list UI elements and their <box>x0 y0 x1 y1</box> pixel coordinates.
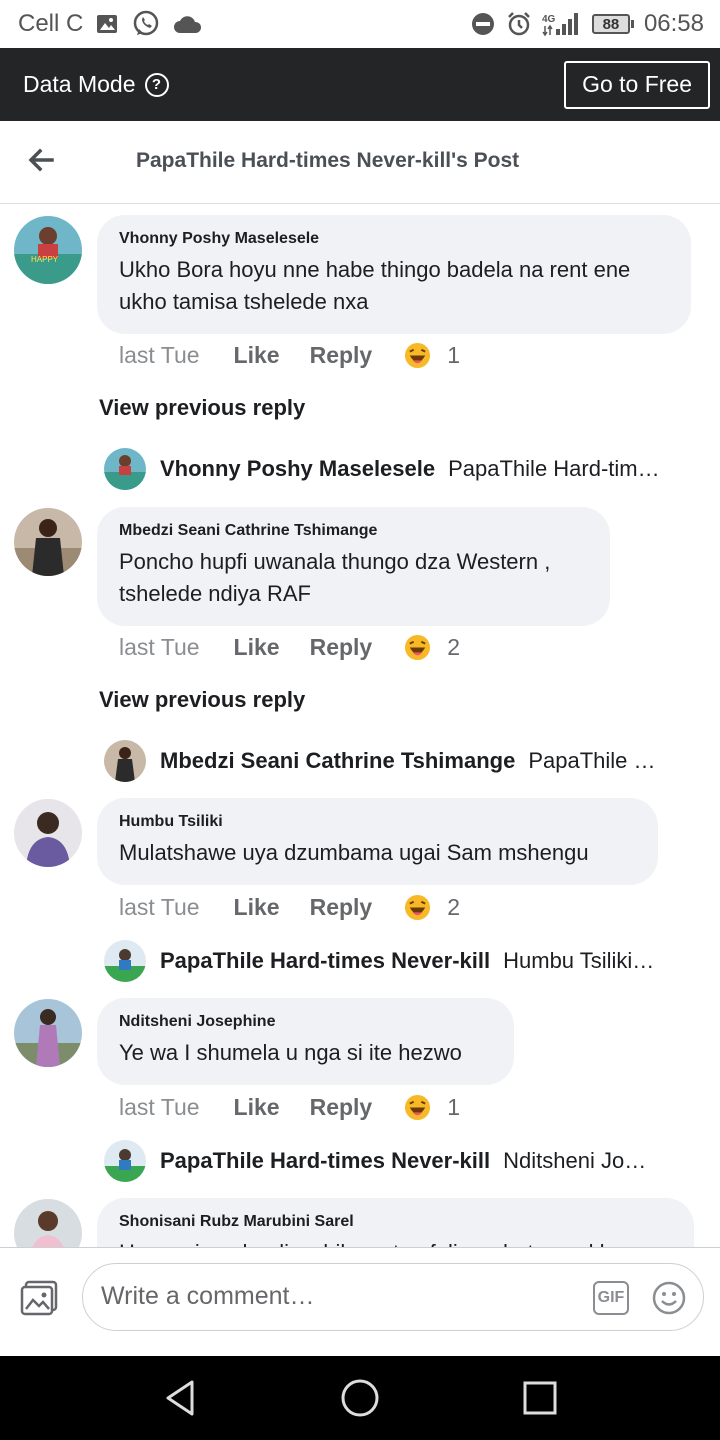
reply-preview[interactable]: PapaThile Hard-times Never-kill Nditshen… <box>104 1140 680 1182</box>
comment-actions: last Tue Like Reply 2 <box>119 631 460 663</box>
help-icon[interactable]: ? <box>144 72 169 97</box>
comment-placeholder: Write a comment… <box>101 1282 315 1310</box>
comment-text: Haya a inga hualiwa hiko vata nfaliwa vh… <box>119 1237 672 1247</box>
whatsapp-icon <box>131 9 161 39</box>
avatar[interactable]: HAPPY <box>14 216 82 284</box>
avatar[interactable] <box>14 999 82 1067</box>
comment-text: Poncho hupfi uwanala thungo dza Western … <box>119 549 551 606</box>
do-not-disturb-icon <box>470 11 496 37</box>
avatar[interactable] <box>104 940 146 982</box>
comments-list[interactable]: HAPPY Vhonny Poshy Maselesele Ukho Bora … <box>0 205 720 1247</box>
comment-composer: Write a comment… GIF <box>0 1247 720 1356</box>
comment-actions: last Tue Like Reply 2 <box>119 891 460 923</box>
reply-author[interactable]: PapaThile Hard-times Never-kill <box>160 1148 490 1174</box>
reply-text: Humbu Tsiliki… <box>503 948 655 973</box>
post-header: PapaThile Hard-times Never-kill's Post <box>0 121 720 204</box>
carrier-name: Cell C <box>18 10 84 37</box>
reaction-count[interactable]: 1 <box>447 342 460 369</box>
like-button[interactable]: Like <box>234 1094 280 1121</box>
avatar[interactable] <box>104 740 146 782</box>
reaction-count[interactable]: 2 <box>447 894 460 921</box>
data-mode-bar: Data Mode ? Go to Free <box>0 48 720 121</box>
cloud-icon <box>173 14 203 34</box>
reply-author[interactable]: Mbedzi Seani Cathrine Tshimange <box>160 748 515 774</box>
reply-preview[interactable]: PapaThile Hard-times Never-kill Humbu Ts… <box>104 940 680 982</box>
view-previous-reply-link[interactable]: View previous reply <box>99 395 305 421</box>
page-title: PapaThile Hard-times Never-kill's Post <box>136 149 520 172</box>
status-bar: Cell C 4G 88 06:58 <box>0 0 720 48</box>
comment-time[interactable]: last Tue <box>119 1094 200 1121</box>
comment-text: Mulatshawe uya dzumbama ugai Sam mshengu <box>119 840 589 865</box>
view-previous-reply-link[interactable]: View previous reply <box>99 687 305 713</box>
reply-button[interactable]: Reply <box>310 634 373 661</box>
like-button[interactable]: Like <box>234 894 280 921</box>
system-nav-bar <box>0 1356 720 1440</box>
reply-text: PapaThile … <box>528 748 656 773</box>
comment-author[interactable]: Nditsheni Josephine <box>119 1013 492 1031</box>
like-button[interactable]: Like <box>234 342 280 369</box>
comment-author[interactable]: Humbu Tsiliki <box>119 813 636 831</box>
haha-reaction-icon[interactable] <box>404 634 431 661</box>
comment-actions: last Tue Like Reply 1 <box>119 1091 460 1123</box>
reply-preview[interactable]: Mbedzi Seani Cathrine Tshimange PapaThil… <box>104 740 680 782</box>
comment-bubble[interactable]: Humbu Tsiliki Mulatshawe uya dzumbama ug… <box>97 798 658 885</box>
reaction-count[interactable]: 2 <box>447 634 460 661</box>
network-type: 4G <box>542 14 556 25</box>
signal-icon: 4G <box>542 11 582 37</box>
gif-button[interactable]: GIF <box>593 1281 629 1315</box>
emoji-icon[interactable] <box>651 1280 687 1316</box>
reply-button[interactable]: Reply <box>310 342 373 369</box>
avatar[interactable] <box>14 1199 82 1247</box>
reply-button[interactable]: Reply <box>310 894 373 921</box>
battery-level: 88 <box>591 14 630 34</box>
comment-bubble[interactable]: Mbedzi Seani Cathrine Tshimange Poncho h… <box>97 507 610 626</box>
back-arrow-icon[interactable] <box>24 143 60 179</box>
avatar[interactable] <box>14 508 82 576</box>
reply-text: PapaThile Hard-tim… <box>448 456 660 481</box>
reply-author[interactable]: PapaThile Hard-times Never-kill <box>160 948 490 974</box>
alarm-icon <box>506 11 532 37</box>
reply-text: Nditsheni Jo… <box>503 1148 647 1173</box>
reply-author[interactable]: Vhonny Poshy Maselesele <box>160 456 435 482</box>
comment-bubble[interactable]: Shonisani Rubz Marubini Sarel Haya a ing… <box>97 1198 694 1247</box>
avatar[interactable] <box>14 799 82 867</box>
clock: 06:58 <box>643 10 704 37</box>
back-nav-icon[interactable] <box>160 1378 200 1418</box>
comment-time[interactable]: last Tue <box>119 342 200 369</box>
comment-time[interactable]: last Tue <box>119 634 200 661</box>
svg-text:HAPPY: HAPPY <box>31 255 59 264</box>
photo-icon[interactable] <box>20 1280 60 1316</box>
haha-reaction-icon[interactable] <box>404 342 431 369</box>
comment-input[interactable]: Write a comment… GIF <box>82 1263 704 1331</box>
reply-preview[interactable]: Vhonny Poshy Maselesele PapaThile Hard-t… <box>104 448 680 490</box>
comment-author[interactable]: Mbedzi Seani Cathrine Tshimange <box>119 522 588 540</box>
comment-author[interactable]: Vhonny Poshy Maselesele <box>119 230 669 248</box>
haha-reaction-icon[interactable] <box>404 1094 431 1121</box>
data-mode-label: Data Mode <box>23 71 136 97</box>
recents-nav-icon[interactable] <box>520 1378 560 1418</box>
comment-author[interactable]: Shonisani Rubz Marubini Sarel <box>119 1213 672 1231</box>
haha-reaction-icon[interactable] <box>404 894 431 921</box>
comment-bubble[interactable]: Vhonny Poshy Maselesele Ukho Bora hoyu n… <box>97 215 691 334</box>
comment-text: Ye wa I shumela u nga si ite hezwo <box>119 1040 462 1065</box>
comment-text: Ukho Bora hoyu nne habe thingo badela na… <box>119 257 631 314</box>
avatar[interactable] <box>104 1140 146 1182</box>
comment-time[interactable]: last Tue <box>119 894 200 921</box>
avatar[interactable] <box>104 448 146 490</box>
battery-icon: 88 <box>591 14 634 34</box>
reply-button[interactable]: Reply <box>310 1094 373 1121</box>
gallery-icon <box>95 12 119 36</box>
reaction-count[interactable]: 1 <box>447 1094 460 1121</box>
home-nav-icon[interactable] <box>340 1378 380 1418</box>
like-button[interactable]: Like <box>234 634 280 661</box>
comment-bubble[interactable]: Nditsheni Josephine Ye wa I shumela u ng… <box>97 998 514 1085</box>
comment-actions: last Tue Like Reply 1 <box>119 339 460 371</box>
go-to-free-button[interactable]: Go to Free <box>564 60 710 109</box>
